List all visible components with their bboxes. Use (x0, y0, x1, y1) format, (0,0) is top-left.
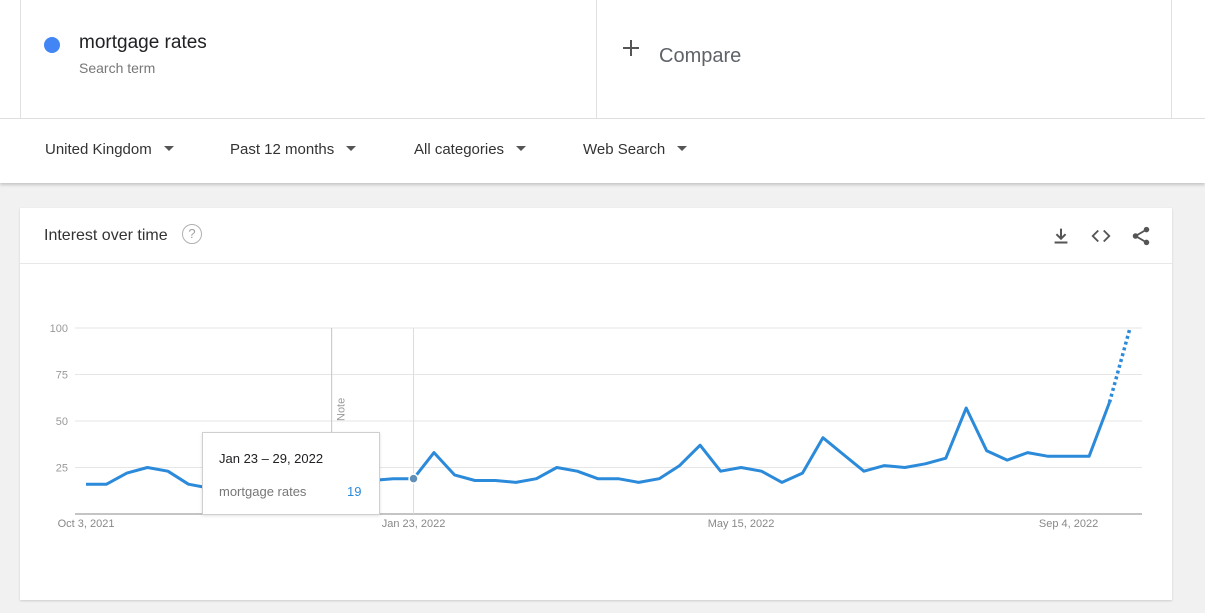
series-color-dot (44, 37, 60, 53)
x-tick-label: May 15, 2022 (708, 518, 775, 530)
search-term-name[interactable]: mortgage rates (79, 32, 207, 54)
y-tick-label: 100 (50, 323, 68, 335)
filter-bar: United Kingdom Past 12 months All catego… (0, 119, 1205, 183)
interest-line-chart[interactable]: 100 75 50 25 Oct 3, 2021 Jan 23, 2022 May 15, … (20, 208, 1172, 600)
plus-icon (623, 40, 639, 56)
time-range-filter-dropdown[interactable]: Past 12 months (230, 141, 357, 158)
tooltip-value: 19 (347, 484, 362, 499)
compare-label: Compare (659, 45, 742, 67)
tooltip-series-name: mortgage rates (219, 484, 307, 499)
comparison-header: mortgage rates Search term Compare (0, 0, 1205, 119)
dropdown-arrow-icon (677, 145, 688, 151)
region-filter-label: United Kingdom (45, 141, 152, 158)
x-tick-label: Sep 4, 2022 (1039, 518, 1098, 530)
search-type-filter-label: Web Search (583, 141, 666, 158)
search-term-subtitle: Search term (79, 60, 156, 76)
dropdown-arrow-icon (346, 145, 357, 151)
tooltip-date: Jan 23 – 29, 2022 (219, 451, 324, 466)
x-tick-label: Jan 23, 2022 (382, 518, 446, 530)
y-tick-label: 75 (56, 370, 68, 382)
note-label: Note (336, 398, 348, 421)
y-tick-label: 25 (56, 463, 68, 475)
time-range-filter-label: Past 12 months (230, 141, 335, 158)
region-filter-dropdown[interactable]: United Kingdom (45, 141, 174, 158)
category-filter-dropdown[interactable]: All categories (414, 141, 527, 158)
series-line-partial (1107, 327, 1132, 403)
y-tick-label: 50 (56, 416, 68, 428)
x-tick-label: Oct 3, 2021 (58, 518, 115, 530)
compare-button[interactable]: Compare (595, 0, 1172, 118)
dropdown-arrow-icon (516, 145, 527, 151)
category-filter-label: All categories (414, 141, 505, 158)
highlighted-data-point (408, 473, 419, 484)
dropdown-arrow-icon (163, 145, 174, 151)
chart-tooltip: Jan 23 – 29, 2022 mortgage rates 19 (202, 432, 380, 515)
search-term-card[interactable]: mortgage rates Search term (20, 0, 597, 118)
search-type-filter-dropdown[interactable]: Web Search (583, 141, 688, 158)
interest-over-time-card: Interest over time ? 100 75 50 25 Oct 3, 202… (20, 208, 1172, 600)
